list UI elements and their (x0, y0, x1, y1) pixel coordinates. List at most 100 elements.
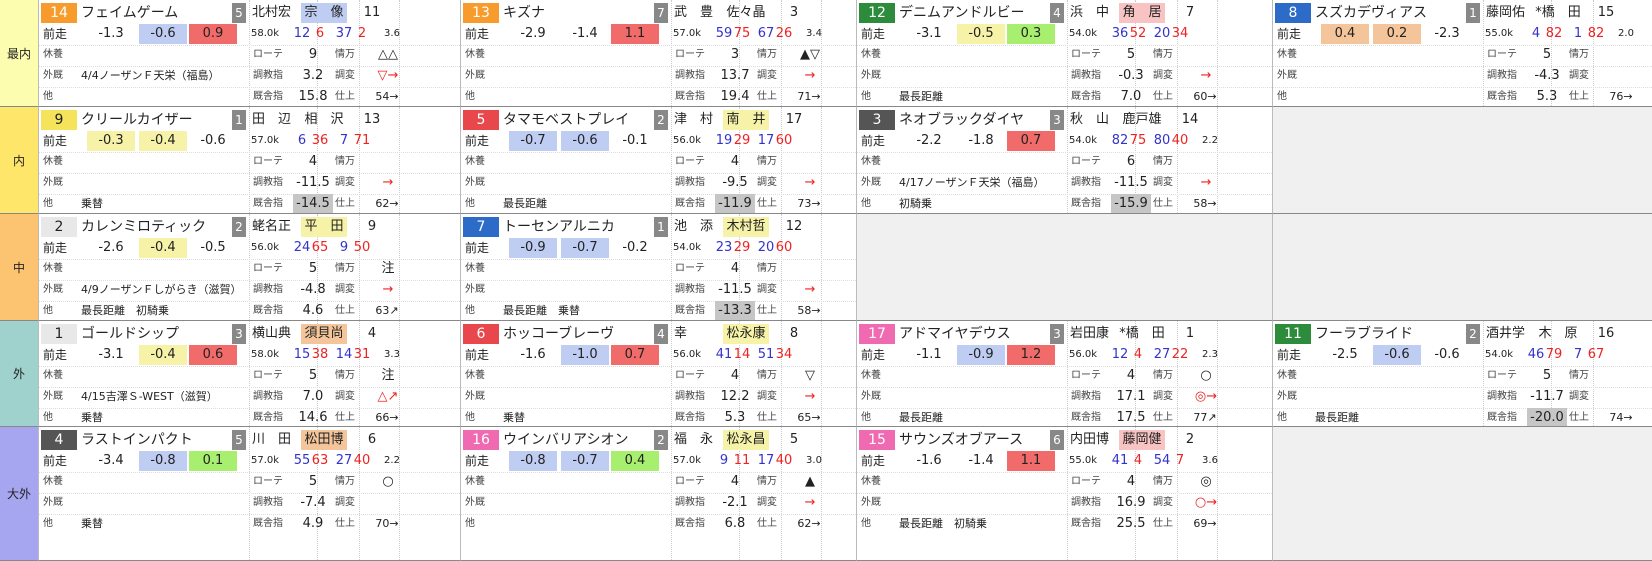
gate-badge: 3 (1050, 110, 1064, 130)
sectional-value: -3.1 (98, 347, 124, 362)
other-value: 最長距離 (1315, 411, 1359, 424)
horse-number-badge: 9 (41, 110, 77, 130)
horse-panel[interactable]: 11 フーラブライド 2 酒井学木 原 16 前走 -2.5 -0.6 -0.6 54.0k 46 7… (1272, 321, 1652, 427)
sectional-value: -0.3 (87, 131, 135, 151)
horse-name[interactable]: フェイムゲーム (81, 3, 231, 23)
other-value: 乗替 (503, 411, 525, 424)
other-line: 他 初騎乗 厩舎指 -15.9 仕上 58→ (857, 194, 1272, 213)
horse-name[interactable]: スズカデヴィアス (1315, 3, 1465, 23)
other-value: 乗替 (81, 517, 103, 530)
horse-panel[interactable]: 4 ラストインパクト 5 川 田松田博 6 前走 -3.4 -0.8 0.1 57.0k 55 63 2… (38, 427, 460, 561)
carried-weight: 56.0k (251, 242, 280, 253)
horse-name[interactable]: ラストインパクト (81, 430, 231, 450)
horse-panel[interactable]: 17 アドマイヤデウス 3 岩田康 *橋 田 1 前走 -1.1 -0.9 1.2 56.0k 12 4… (856, 321, 1272, 427)
popularity-rank: 11 (363, 5, 381, 20)
training-label: 調教指 (1071, 497, 1101, 508)
stat-2: 29 (733, 240, 751, 255)
farm-value (81, 173, 249, 193)
training-value: 3.2 (302, 68, 324, 83)
odds-value: 3.0 (806, 455, 822, 466)
rest-line: 休養 ローテ 5 情万 (1273, 45, 1652, 66)
stat-3: 20 (757, 240, 775, 255)
mark-1: ▽ (805, 368, 815, 383)
horse-panel[interactable]: 9 クリールカイザー 1 田 辺相 沢 13 前走 -0.3 -0.4 -0.6 57.0k 6 36… (38, 107, 460, 214)
horse-panel[interactable]: 7 トーセンアルニカ 1 池 添木村哲 12 前走 -0.9 -0.7 -0.2 54.0k 23 2… (460, 214, 856, 321)
last-race-label: 前走 (1277, 348, 1302, 362)
gate-badge: 1 (654, 217, 668, 237)
training-label: 調教指 (675, 497, 705, 508)
header-line: 12 デニムアンドルビー 4 浜 中角 居 7 (857, 3, 1272, 24)
horse-name[interactable]: ウインバリアシオン (503, 430, 653, 450)
other-line: 他 最長距離 厩舎指 17.5 仕上 77↗ (857, 408, 1272, 426)
horse-number-badge: 5 (463, 110, 499, 130)
horse-name[interactable]: トーセンアルニカ (503, 217, 653, 237)
farm-label: 外厩 (465, 70, 485, 81)
training-label: 調教指 (675, 177, 705, 188)
other-line: 他 厩舎指 6.8 仕上 62→ (461, 514, 856, 535)
rotation-label: ローテ (1071, 370, 1101, 381)
farm-line: 外厩 調教指 -0.3 調変 → (857, 66, 1272, 87)
horse-panel[interactable]: 1 ゴールドシップ 3 横山典 須貝尚 4 前走 -3.1 -0.4 0.6 58.0k 15 38 14… (38, 321, 460, 427)
mark-3: 73→ (797, 197, 821, 210)
stable-value: 4.9 (302, 516, 324, 531)
row-label-2: 中 (0, 214, 38, 321)
horse-name[interactable]: サウンズオブアース (899, 430, 1049, 450)
last-race-label: 前走 (465, 348, 490, 362)
mark-3: 70→ (375, 517, 399, 530)
stat-1: 41 (715, 347, 733, 362)
gate-badge: 1 (232, 110, 246, 130)
rest-label: 休養 (1277, 370, 1297, 381)
horse-name[interactable]: タマモベストプレイ (503, 110, 653, 130)
stable-label: 厩舎指 (675, 305, 705, 316)
other-line: 他 厩舎指 5.3 仕上 76→ (1273, 87, 1652, 106)
last-race-label: 前走 (43, 454, 68, 468)
rotation-value: 5 (308, 261, 318, 276)
horse-name[interactable]: アドマイヤデウス (899, 324, 1049, 344)
horse-panel[interactable]: 16 ウインバリアシオン 2 福 永松永昌 5 前走 -0.8 -0.7 0.4 57.0k 9 11… (460, 427, 856, 561)
horse-name[interactable]: ゴールドシップ (81, 324, 231, 344)
carried-weight: 55.0k (1485, 28, 1514, 39)
other-line: 他 乗替 厩舎指 5.3 仕上 65→ (461, 408, 856, 426)
farm-label: 外厩 (465, 391, 485, 402)
horse-name[interactable]: ホッコーブレーヴ (503, 324, 653, 344)
horse-name[interactable]: カレンミロティック (81, 217, 231, 237)
horse-panel[interactable]: 14 フェイムゲーム 5 北村宏宗 像 11 前走 -1.3 -0.6 0.9 58.0k 12 6 3… (38, 0, 460, 107)
rotation-value: 9 (308, 47, 318, 62)
training-label: 調教指 (675, 70, 705, 81)
horse-name[interactable]: クリールカイザー (81, 110, 231, 130)
stat-2: 11 (733, 453, 751, 468)
rotation-label: ローテ (253, 263, 283, 274)
horse-panel[interactable]: 5 タマモベストプレイ 2 津 村南 井 17 前走 -0.7 -0.6 -0.1 56.0k 19… (460, 107, 856, 214)
stat-3: 51 (757, 347, 775, 362)
mark-3: 58→ (797, 304, 821, 317)
horse-panel[interactable]: 15 サウンズオブアース 6 内田博 藤岡健 2 前走 -1.6 -1.4 1.1 55.0k 41 4… (856, 427, 1272, 561)
training-label: 調教指 (1071, 391, 1101, 402)
rest-label: 休養 (43, 370, 63, 381)
carried-weight: 54.0k (673, 242, 702, 253)
other-line: 他 厩舎指 15.8 仕上 54→ (39, 87, 460, 106)
last-race-label: 前走 (43, 348, 68, 362)
horse-name[interactable]: ネオブラックダイヤ (899, 110, 1049, 130)
horse-panel[interactable]: 3 ネオブラックダイヤ 3 秋 山鹿戸雄 14 前走 -2.2 -1.8 0.7 54.0k 82 7… (856, 107, 1272, 214)
info-label: 情万 (1153, 370, 1173, 381)
stat-4: 7 (1175, 453, 1185, 468)
farm-label: 外厩 (861, 70, 881, 81)
stat-2: 79 (1545, 347, 1563, 362)
horse-panel[interactable]: 12 デニムアンドルビー 4 浜 中角 居 7 前走 -3.1 -0.5 0.3 54.0k 36 5… (856, 0, 1272, 107)
horse-panel[interactable]: 13 キズナ 7 武 豊佐々晶 3 前走 -2.9 -1.4 1.1 57.0k 59 75 67 26 3… (460, 0, 856, 107)
horse-number-badge: 12 (859, 3, 895, 23)
horse-panel[interactable]: 6 ホッコーブレーヴ 4 幸松永康 8 前走 -1.6 -1.0 0.7 56.0k 41 14 51 3… (460, 321, 856, 427)
popularity-rank: 3 (789, 5, 799, 20)
mark-2: → (382, 282, 394, 297)
horse-panel[interactable]: 2 カレンミロティック 2 蛯名正平 田 9 前走 -2.6 -0.4 -0.5 56.0k 24 6… (38, 214, 460, 321)
horse-name[interactable]: デニムアンドルビー (899, 3, 1049, 23)
horse-panel[interactable]: 8 スズカデヴィアス 1 藤岡佑 *橋 田 15 前走 0.4 0.2 -2.3 55.0k 4 82 1… (1272, 0, 1652, 107)
stat-3: 54 (1153, 453, 1171, 468)
header-line: 14 フェイムゲーム 5 北村宏宗 像 11 (39, 3, 460, 24)
horse-name[interactable]: フーラブライド (1315, 324, 1465, 344)
stat-3: 14 (335, 347, 353, 362)
stat-1: 41 (1111, 453, 1129, 468)
rest-line: 休養 ローテ 4 情万 (461, 259, 856, 280)
training-label: 調教指 (253, 391, 283, 402)
horse-name[interactable]: キズナ (503, 3, 653, 23)
